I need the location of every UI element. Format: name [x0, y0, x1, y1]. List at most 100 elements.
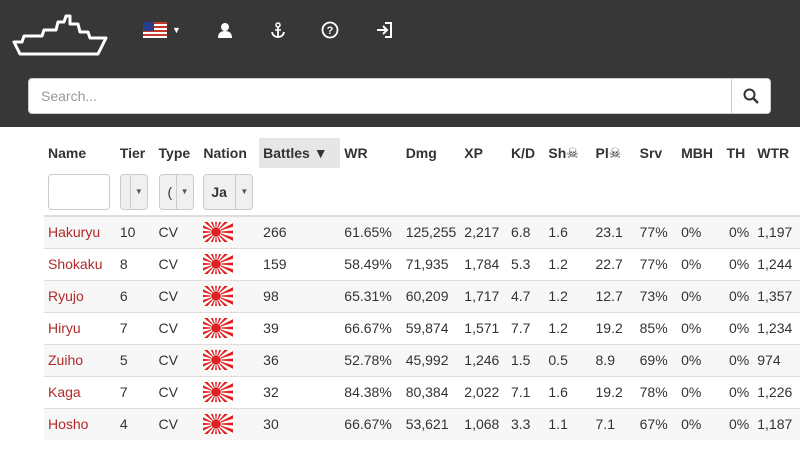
name-filter-input[interactable]: [48, 173, 110, 210]
pl-cell: 22.7: [591, 247, 636, 280]
ship-name-link[interactable]: Hakuryu: [48, 224, 100, 240]
battles-cell: 98: [259, 279, 341, 312]
kd-cell: 7.7: [506, 311, 545, 344]
dmg-cell: 60,209: [401, 279, 461, 312]
sh-cell: 1.2: [544, 311, 592, 344]
xp-cell: 1,068: [460, 407, 507, 440]
search-button[interactable]: [732, 79, 770, 113]
pl-cell: 19.2: [591, 375, 636, 408]
table-row[interactable]: Hiryu 7 CV 39 66.67% 59,874 1,571 7.7 1.2 19.2 85%…: [44, 311, 800, 344]
type-cell: CV: [154, 215, 200, 248]
tier-filter-select[interactable]: ▼: [119, 173, 148, 210]
wtr-cell: 1,244: [753, 247, 800, 280]
ship-name-cell[interactable]: Ryujo: [44, 279, 116, 312]
srv-cell: 77%: [635, 215, 678, 248]
tier-cell: 7: [115, 375, 155, 408]
col-wtr[interactable]: WTR: [753, 138, 800, 168]
srv-cell: 77%: [635, 247, 678, 280]
search-icon: [743, 88, 759, 104]
japan-naval-flag-icon: [203, 286, 234, 306]
mbh-cell: 0%: [677, 215, 723, 248]
tier-cell: 10: [115, 215, 155, 248]
ship-name-cell[interactable]: Zuiho: [44, 343, 116, 376]
wtr-cell: 1,197: [753, 215, 800, 248]
ship-stats-table: Name Tier Type Nation Battles ▼ WR Dmg X…: [44, 138, 800, 440]
dmg-cell: 59,874: [401, 311, 461, 344]
th-cell: 0%: [722, 247, 754, 280]
ship-name-cell[interactable]: Hakuryu: [44, 215, 116, 248]
chevron-down-icon: ▼: [175, 174, 193, 209]
table-row[interactable]: Hosho 4 CV 30 66.67% 53,621 1,068 3.3 1.1 7.1 67% 0…: [44, 407, 800, 440]
ship-name-link[interactable]: Shokaku: [48, 256, 102, 272]
sign-in-icon[interactable]: [369, 16, 399, 44]
anchor-icon[interactable]: [263, 16, 293, 44]
japan-naval-flag-icon: [203, 318, 234, 338]
ship-name-cell[interactable]: Hosho: [44, 407, 116, 440]
ship-name-cell[interactable]: Hiryu: [44, 311, 116, 344]
mbh-cell: 0%: [677, 311, 723, 344]
wtr-cell: 1,234: [753, 311, 800, 344]
chevron-down-icon: ▼: [129, 174, 147, 209]
th-cell: 0%: [722, 407, 754, 440]
table-row[interactable]: Hakuryu 10 CV 266 61.65% 125,255 2,217 6.8 1.6 23…: [44, 215, 800, 248]
sh-cell: 1.6: [544, 375, 592, 408]
japan-naval-flag-icon: [203, 350, 234, 370]
type-filter-select[interactable]: (▼: [158, 173, 194, 210]
kd-cell: 1.5: [506, 343, 545, 376]
col-name[interactable]: Name: [44, 138, 116, 168]
sh-cell: 1.1: [544, 407, 592, 440]
dmg-cell: 125,255: [401, 215, 461, 248]
type-cell: CV: [154, 311, 200, 344]
battles-cell: 39: [259, 311, 341, 344]
col-dmg[interactable]: Dmg: [402, 138, 461, 168]
tier-cell: 4: [115, 407, 155, 440]
ship-name-cell[interactable]: Kaga: [44, 375, 116, 408]
dmg-cell: 53,621: [401, 407, 461, 440]
col-wr[interactable]: WR: [340, 138, 401, 168]
table-row[interactable]: Kaga 7 CV 32 84.38% 80,384 2,022 7.1 1.6 19.2 78% 0…: [44, 375, 800, 408]
table-body: Hakuryu 10 CV 266 61.65% 125,255 2,217 6.8 1.6 23…: [44, 215, 800, 440]
ship-logo-icon[interactable]: [12, 12, 108, 60]
pl-cell: 19.2: [591, 311, 636, 344]
kd-cell: 3.3: [506, 407, 545, 440]
ship-name-cell[interactable]: Shokaku: [44, 247, 116, 280]
sh-cell: 1.2: [544, 279, 592, 312]
nation-cell: [199, 343, 260, 376]
type-cell: CV: [154, 375, 200, 408]
tier-cell: 6: [115, 279, 155, 312]
table-row[interactable]: Shokaku 8 CV 159 58.49% 71,935 1,784 5.3 1.2 22.7…: [44, 247, 800, 280]
ship-name-link[interactable]: Zuiho: [48, 352, 83, 368]
col-survival[interactable]: Srv: [636, 138, 677, 168]
search-input[interactable]: [29, 79, 732, 113]
col-ships-destroyed[interactable]: Sh☠: [544, 138, 591, 168]
col-battles[interactable]: Battles ▼: [259, 138, 341, 168]
xp-cell: 1,246: [460, 343, 507, 376]
mbh-cell: 0%: [677, 343, 723, 376]
help-icon[interactable]: ?: [315, 16, 345, 44]
nation-filter-select[interactable]: Ja ▼: [203, 173, 254, 210]
chevron-down-icon: ▼: [235, 174, 252, 209]
wtr-cell: 1,357: [753, 279, 800, 312]
ship-name-link[interactable]: Hiryu: [48, 320, 81, 336]
mbh-cell: 0%: [677, 247, 723, 280]
wtr-cell: 1,187: [753, 407, 800, 440]
table-row[interactable]: Ryujo 6 CV 98 65.31% 60,209 1,717 4.7 1.2 12.7 73%…: [44, 279, 800, 312]
col-planes-destroyed[interactable]: Pl☠: [592, 138, 636, 168]
wr-cell: 65.31%: [340, 279, 402, 312]
col-type[interactable]: Type: [155, 138, 200, 168]
battles-cell: 159: [259, 247, 341, 280]
ship-name-link[interactable]: Ryujo: [48, 288, 84, 304]
col-kd[interactable]: K/D: [507, 138, 544, 168]
nation-cell: [199, 375, 260, 408]
col-mbh[interactable]: MBH: [677, 138, 722, 168]
col-nation[interactable]: Nation: [199, 138, 259, 168]
user-icon[interactable]: [210, 16, 240, 44]
ship-name-link[interactable]: Kaga: [48, 384, 81, 400]
language-dropdown[interactable]: ▼: [140, 16, 184, 44]
col-xp[interactable]: XP: [460, 138, 507, 168]
table-row[interactable]: Zuiho 5 CV 36 52.78% 45,992 1,246 1.5 0.5 8.9 69% 0…: [44, 343, 800, 376]
japan-naval-flag-icon: [203, 414, 234, 435]
ship-name-link[interactable]: Hosho: [48, 416, 88, 432]
col-tier[interactable]: Tier: [116, 138, 155, 168]
col-th[interactable]: TH: [723, 138, 754, 168]
